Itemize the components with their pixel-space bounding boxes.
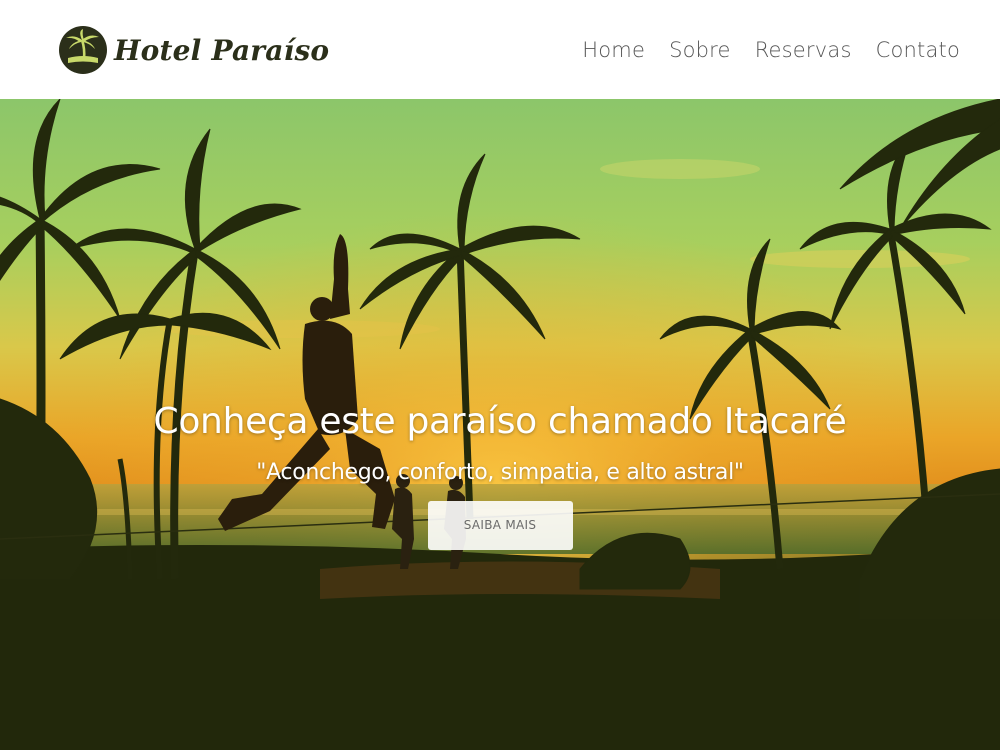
main-nav: Home Sobre Reservas Contato — [570, 0, 960, 99]
brand-logo-link[interactable]: Hotel Paraíso — [58, 25, 329, 75]
palm-tree-icon — [59, 25, 107, 74]
nav-sobre[interactable]: Sobre — [657, 38, 743, 62]
hero-content: Conheça este paraíso chamado Itacaré "Ac… — [0, 401, 1000, 550]
nav-home[interactable]: Home — [570, 38, 657, 62]
saiba-mais-button[interactable]: SAIBA MAIS — [427, 501, 573, 550]
nav-contato[interactable]: Contato — [864, 38, 960, 62]
hero-banner: Conheça este paraíso chamado Itacaré "Ac… — [0, 99, 1000, 750]
hero-title: Conheça este paraíso chamado Itacaré — [153, 401, 847, 442]
hero-subtitle: "Aconchego, conforto, simpatia, e alto a… — [256, 460, 744, 485]
nav-reservas[interactable]: Reservas — [743, 38, 864, 62]
brand-name: Hotel Paraíso — [114, 34, 330, 67]
site-header: Hotel Paraíso Home Sobre Reservas Contat… — [0, 0, 1000, 99]
